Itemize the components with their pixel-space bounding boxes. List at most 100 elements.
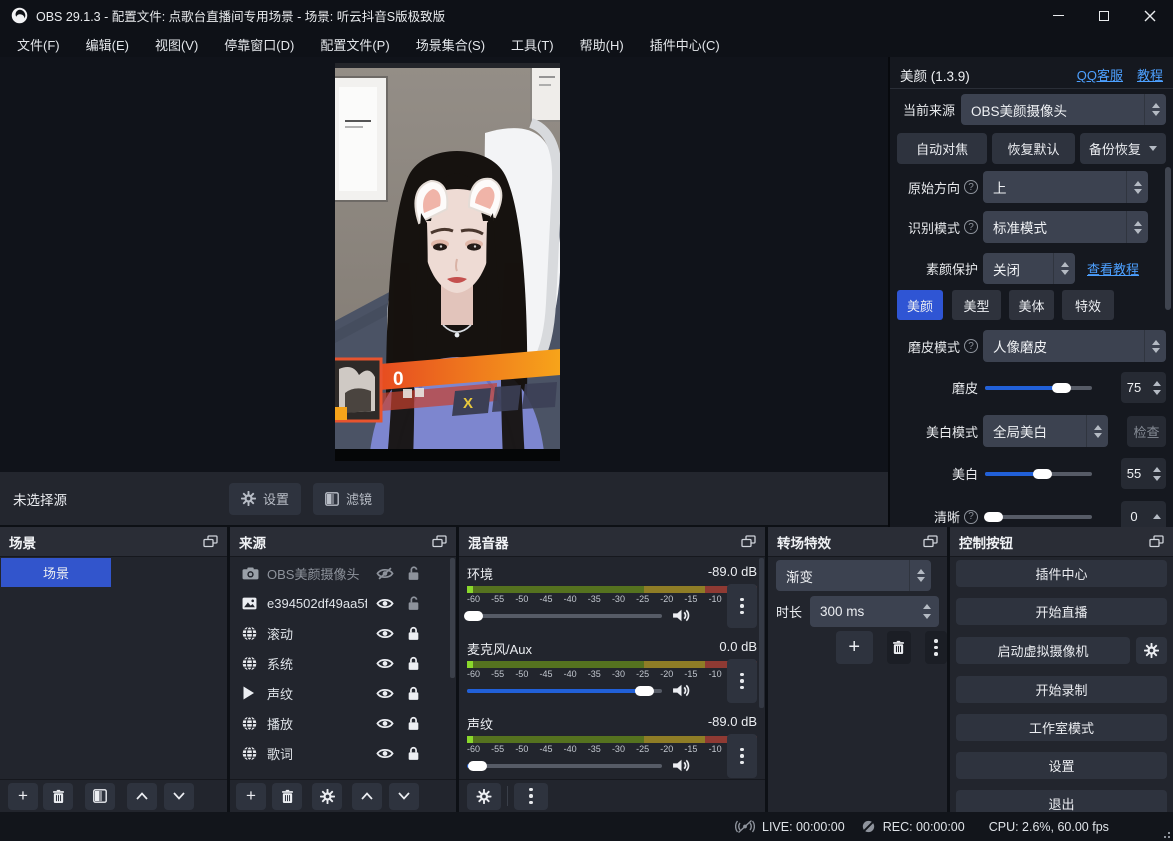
popout-icon[interactable] bbox=[203, 535, 218, 548]
lock-icon[interactable] bbox=[407, 716, 421, 731]
white-slider[interactable] bbox=[985, 472, 1092, 476]
start-recording-button[interactable]: 开始录制 bbox=[956, 676, 1167, 703]
resize-grip[interactable] bbox=[1160, 828, 1170, 838]
help-icon[interactable]: ? bbox=[964, 180, 978, 194]
white-mode-select[interactable]: 全局美白 bbox=[983, 415, 1108, 447]
tab-body[interactable]: 美体 bbox=[1009, 290, 1054, 320]
menu-plugin-center[interactable]: 插件中心(C) bbox=[637, 31, 733, 57]
protect-select[interactable]: 关闭 bbox=[983, 253, 1075, 284]
smooth-spinbox[interactable]: 75 bbox=[1121, 372, 1166, 403]
eye-icon[interactable] bbox=[376, 747, 394, 760]
source-row[interactable]: 滚动 bbox=[230, 618, 448, 648]
clarity-slider[interactable] bbox=[985, 515, 1092, 519]
smooth-slider[interactable] bbox=[985, 386, 1092, 390]
source-filters-button[interactable]: 滤镜 bbox=[313, 483, 384, 515]
spin-arrows-icon[interactable] bbox=[1153, 372, 1161, 403]
add-source-button[interactable]: + bbox=[236, 783, 266, 810]
scene-down-button[interactable] bbox=[164, 783, 194, 810]
eye-icon[interactable] bbox=[376, 657, 394, 670]
add-transition-button[interactable]: + bbox=[836, 631, 873, 664]
channel-menu-button[interactable] bbox=[727, 584, 757, 628]
eye-icon[interactable] bbox=[376, 687, 394, 700]
scene-up-button[interactable] bbox=[127, 783, 157, 810]
source-row[interactable]: 声纹 bbox=[230, 678, 448, 708]
duration-spinbox[interactable]: 300 ms bbox=[810, 596, 939, 627]
smooth-mode-select[interactable]: 人像磨皮 bbox=[983, 330, 1166, 362]
source-row[interactable]: 播放 bbox=[230, 708, 448, 738]
source-properties-button[interactable]: 设置 bbox=[229, 483, 301, 515]
restore-default-button[interactable]: 恢复默认 bbox=[992, 133, 1074, 164]
qq-support-link[interactable]: QQ客服 bbox=[1077, 65, 1123, 84]
menu-view[interactable]: 视图(V) bbox=[142, 31, 211, 57]
source-row[interactable]: 系统 bbox=[230, 648, 448, 678]
settings-button[interactable]: 设置 bbox=[956, 752, 1167, 779]
slider-knob[interactable] bbox=[635, 686, 654, 696]
scrollbar[interactable] bbox=[450, 558, 455, 678]
menu-edit[interactable]: 编辑(E) bbox=[73, 31, 142, 57]
help-icon[interactable]: ? bbox=[964, 220, 978, 234]
slider-knob[interactable] bbox=[984, 512, 1003, 522]
recognition-select[interactable]: 标准模式 bbox=[983, 211, 1148, 243]
menu-scene-collection[interactable]: 场景集合(S) bbox=[403, 31, 498, 57]
popout-icon[interactable] bbox=[432, 535, 447, 548]
close-button[interactable] bbox=[1127, 0, 1173, 31]
scrollbar[interactable] bbox=[759, 558, 764, 708]
tab-effects[interactable]: 特效 bbox=[1062, 290, 1114, 320]
channel-menu-button[interactable] bbox=[727, 734, 757, 778]
scene-filters-button[interactable] bbox=[85, 783, 115, 810]
volume-slider[interactable] bbox=[467, 614, 662, 618]
speaker-icon[interactable] bbox=[672, 683, 691, 698]
tab-beauty[interactable]: 美颜 bbox=[897, 290, 943, 320]
popout-icon[interactable] bbox=[741, 535, 756, 548]
slider-knob[interactable] bbox=[1033, 469, 1052, 479]
virtual-camera-settings-button[interactable] bbox=[1136, 637, 1167, 664]
scrollbar[interactable] bbox=[1165, 167, 1171, 310]
popout-icon[interactable] bbox=[923, 535, 938, 548]
slider-knob[interactable] bbox=[468, 761, 487, 771]
source-row[interactable]: e394502df49aa5fc bbox=[230, 588, 448, 618]
tab-reshape[interactable]: 美型 bbox=[952, 290, 1001, 320]
transition-select[interactable]: 渐变 bbox=[776, 560, 931, 591]
view-tutorial-link[interactable]: 查看教程 bbox=[1087, 259, 1139, 278]
eye-icon[interactable] bbox=[376, 597, 394, 610]
transition-menu-button[interactable] bbox=[925, 631, 947, 664]
remove-scene-button[interactable] bbox=[43, 783, 73, 810]
help-icon[interactable]: ? bbox=[964, 510, 978, 524]
spin-arrows-icon[interactable] bbox=[923, 604, 931, 619]
check-button[interactable]: 检查 bbox=[1127, 416, 1166, 447]
remove-source-button[interactable] bbox=[272, 783, 302, 810]
exit-button[interactable]: 退出 bbox=[956, 790, 1167, 812]
source-up-button[interactable] bbox=[352, 783, 382, 810]
slider-knob[interactable] bbox=[464, 611, 483, 621]
start-virtual-camera-button[interactable]: 启动虚拟摄像机 bbox=[956, 637, 1130, 664]
studio-mode-button[interactable]: 工作室模式 bbox=[956, 714, 1167, 741]
orientation-select[interactable]: 上 bbox=[983, 171, 1148, 203]
source-row[interactable]: OBS美颜摄像头 bbox=[230, 558, 448, 588]
volume-slider[interactable] bbox=[467, 689, 662, 693]
volume-slider[interactable] bbox=[467, 764, 662, 768]
lock-open-icon[interactable] bbox=[407, 596, 421, 611]
speaker-icon[interactable] bbox=[672, 608, 691, 623]
lock-icon[interactable] bbox=[407, 746, 421, 761]
eye-icon[interactable] bbox=[376, 627, 394, 640]
channel-menu-button[interactable] bbox=[727, 659, 757, 703]
source-properties-button[interactable] bbox=[312, 783, 342, 810]
speaker-icon[interactable] bbox=[672, 758, 691, 773]
lock-icon[interactable] bbox=[407, 686, 421, 701]
lock-open-icon[interactable] bbox=[407, 566, 421, 581]
remove-transition-button[interactable] bbox=[887, 631, 912, 664]
menu-help[interactable]: 帮助(H) bbox=[567, 31, 637, 57]
minimize-button[interactable] bbox=[1035, 0, 1081, 31]
preview-area[interactable]: 0 X bbox=[0, 57, 888, 472]
plugin-center-button[interactable]: 插件中心 bbox=[956, 560, 1167, 587]
lock-icon[interactable] bbox=[407, 656, 421, 671]
tutorial-link[interactable]: 教程 bbox=[1137, 65, 1163, 84]
source-down-button[interactable] bbox=[389, 783, 419, 810]
eye-icon[interactable] bbox=[376, 717, 394, 730]
mixer-menu-button[interactable] bbox=[514, 783, 548, 810]
scene-item-selected[interactable]: 场景 bbox=[1, 558, 111, 587]
lock-icon[interactable] bbox=[407, 626, 421, 641]
maximize-button[interactable] bbox=[1081, 0, 1127, 31]
clarity-spinbox[interactable]: 0 bbox=[1121, 501, 1166, 527]
add-scene-button[interactable]: + bbox=[8, 783, 38, 810]
